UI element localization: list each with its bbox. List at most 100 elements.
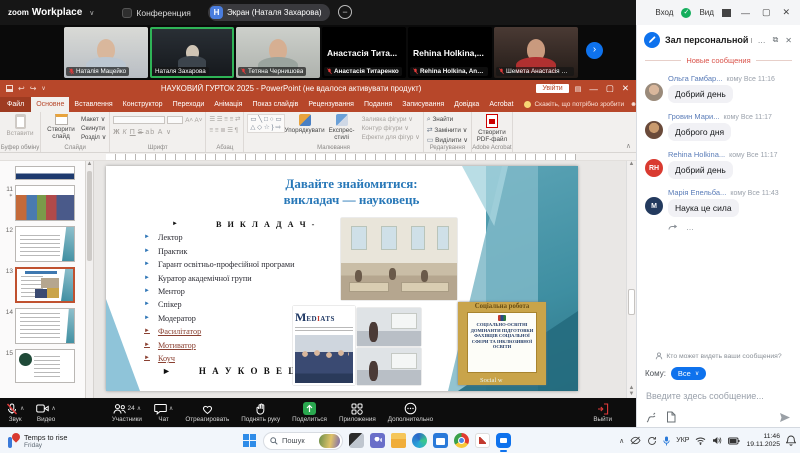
font-size-box[interactable] <box>167 116 183 124</box>
tab-file[interactable]: Файл <box>0 97 31 112</box>
leave-button[interactable]: Выйти <box>587 402 618 423</box>
quick-styles-button[interactable]: Експрес-стилі <box>325 114 359 141</box>
shape-outline-button[interactable]: Контур фігури ∨ <box>362 125 409 132</box>
tab-slideshow[interactable]: Показ слайдів <box>247 97 303 112</box>
meeting-tab[interactable]: Конференция <box>122 8 190 18</box>
minimize-icon[interactable]: — <box>739 8 752 18</box>
thumbnail-scrollbar[interactable]: ▲ <box>86 161 94 398</box>
collapse-ribbon-icon[interactable]: ∧ <box>621 142 636 152</box>
chevron-down-icon[interactable]: ∨ <box>89 9 94 17</box>
font-name-box[interactable] <box>113 116 165 124</box>
message-input[interactable] <box>637 391 800 411</box>
signin-label[interactable]: Вход <box>655 8 673 17</box>
slide-thumb-12[interactable]: 12 <box>0 226 83 262</box>
chat-chevron-icon[interactable]: ∧ <box>169 405 173 412</box>
ppt-minimize-icon[interactable]: — <box>589 84 598 94</box>
minimize-strip-icon[interactable]: − <box>338 5 352 19</box>
teams-icon[interactable] <box>370 433 385 448</box>
ppt-close-icon[interactable]: ✕ <box>622 83 629 94</box>
new-slide-button[interactable]: Створити слайд <box>44 114 78 140</box>
clock[interactable]: 11:4619.11.2025 <box>746 433 780 449</box>
video-tile[interactable]: Тетяна Чернишова <box>236 27 320 78</box>
chat-more-icon[interactable]: … <box>757 36 767 45</box>
audio-button[interactable]: ∧ Звук <box>0 402 30 423</box>
view-grid-icon[interactable] <box>722 9 731 17</box>
video-chevron-icon[interactable]: ∧ <box>51 405 55 412</box>
compose-icon[interactable] <box>644 32 660 48</box>
tab-help[interactable]: Довідка <box>449 97 484 112</box>
tab-home[interactable]: Основне <box>31 97 69 112</box>
arrange-button[interactable]: Упорядкувати <box>288 114 322 134</box>
select-button[interactable]: ▭ Виділити ∨ <box>427 136 468 144</box>
tab-review[interactable]: Рецензування <box>303 97 359 112</box>
screen-share-pill[interactable]: Н Экран (Наталя Захарова) <box>208 4 330 21</box>
chat-close-icon[interactable]: ✕ <box>784 36 793 45</box>
layout-button[interactable]: Макет ∨ <box>81 116 105 123</box>
raise-hand-button[interactable]: Поднять руку <box>235 402 286 423</box>
slide-thumb-15[interactable]: 15 <box>0 349 83 383</box>
weather-widget[interactable]: Temps to riseFriday <box>0 433 67 449</box>
hidden-icons-chevron[interactable]: ∧ <box>619 437 624 445</box>
video-tile[interactable]: Наталія Мацейко <box>64 27 148 78</box>
ribbon-options-icon[interactable]: ▤ <box>575 85 582 93</box>
section-button[interactable]: Розділ ∨ <box>81 134 106 141</box>
volume-icon[interactable] <box>712 436 722 445</box>
store-icon[interactable] <box>433 433 448 448</box>
chat-button[interactable]: ∧ Чат <box>148 402 179 423</box>
shape-effects-button[interactable]: Ефекти для фігур ∨ <box>362 134 420 141</box>
shapes-gallery[interactable]: ▭ ╲ □ ○ ▭△ ◇ ☆ } ⇨ <box>247 114 284 133</box>
eye-off-icon[interactable] <box>630 436 641 445</box>
share-screen-button[interactable]: Поделиться <box>286 402 333 423</box>
file-icon[interactable] <box>666 411 676 423</box>
video-tile-camera-off[interactable]: Анастасія Тита... Анастасія Титаренко <box>322 27 406 78</box>
slide-scrollbar[interactable]: ▲▲▼ <box>626 161 636 398</box>
sync-icon[interactable] <box>647 436 657 446</box>
tell-me-box[interactable]: Скажіть, що потрібно зробити <box>518 97 630 112</box>
tab-design[interactable]: Конструктор <box>118 97 168 112</box>
send-icon[interactable] <box>779 412 791 423</box>
edge-icon[interactable] <box>412 433 427 448</box>
popout-icon[interactable]: ⧉ <box>772 35 780 45</box>
windows-start-icon[interactable] <box>243 434 257 448</box>
message-text[interactable]: Наука це сила <box>668 199 739 217</box>
find-button[interactable]: ⌕ Знайти <box>427 116 453 124</box>
ppt-signin-button[interactable]: Увійти <box>536 84 568 93</box>
audio-chevron-icon[interactable]: ∧ <box>20 405 24 412</box>
battery-icon[interactable] <box>728 437 740 445</box>
participants-chevron-icon[interactable]: ∧ <box>137 405 141 412</box>
tab-acrobat[interactable]: Acrobat <box>484 97 518 112</box>
ppt-maximize-icon[interactable]: ▢ <box>606 83 614 94</box>
undo-icon[interactable]: ↩ <box>18 84 25 93</box>
slide[interactable]: Давайте знайомитися: викладач — науковец… <box>106 166 578 391</box>
maximize-icon[interactable]: ▢ <box>760 7 773 18</box>
reset-button[interactable]: Скинути <box>81 125 105 132</box>
task-view-icon[interactable] <box>349 433 364 448</box>
language-indicator[interactable]: УКР <box>676 437 689 444</box>
slide-thumb-13-selected[interactable]: 13 <box>0 267 83 303</box>
privacy-note[interactable]: Кто может видеть ваши сообщения? <box>637 352 800 367</box>
view-label[interactable]: Вид <box>699 8 713 17</box>
zoom-app-icon[interactable] <box>496 433 511 448</box>
message-text[interactable]: Добрий день <box>668 161 733 179</box>
reply-icon[interactable] <box>668 224 678 232</box>
tab-recording[interactable]: Записування <box>397 97 449 112</box>
slide-thumb-11[interactable]: 11✶ <box>0 185 83 221</box>
wifi-icon[interactable] <box>695 437 706 445</box>
mic-active-icon[interactable] <box>663 436 670 446</box>
video-tile-active-speaker[interactable]: Наталя Захарова <box>150 27 234 78</box>
participants-button[interactable]: 24 ∧ Участники <box>106 402 148 423</box>
next-participants-button[interactable]: › <box>586 42 603 59</box>
close-icon[interactable]: ✕ <box>780 7 792 18</box>
apps-button[interactable]: Приложения <box>333 402 382 423</box>
shape-fill-button[interactable]: Заливка фігури ∨ <box>362 116 413 123</box>
chrome-icon[interactable] <box>454 433 469 448</box>
video-tile-camera-off[interactable]: Rehina Holkina,... Rehina Holkina, Andri… <box>408 27 492 78</box>
video-button[interactable]: ∧ Видео <box>30 402 61 423</box>
react-button[interactable]: Отреагировать <box>179 402 235 423</box>
message-more-icon[interactable]: … <box>686 223 694 232</box>
notifications-bell-icon[interactable] <box>786 435 796 446</box>
recipient-select[interactable]: Все∨ <box>671 367 706 380</box>
file-explorer-icon[interactable] <box>391 433 406 448</box>
search-box[interactable]: Пошук <box>263 432 343 450</box>
more-button[interactable]: Дополнительно <box>382 402 439 423</box>
